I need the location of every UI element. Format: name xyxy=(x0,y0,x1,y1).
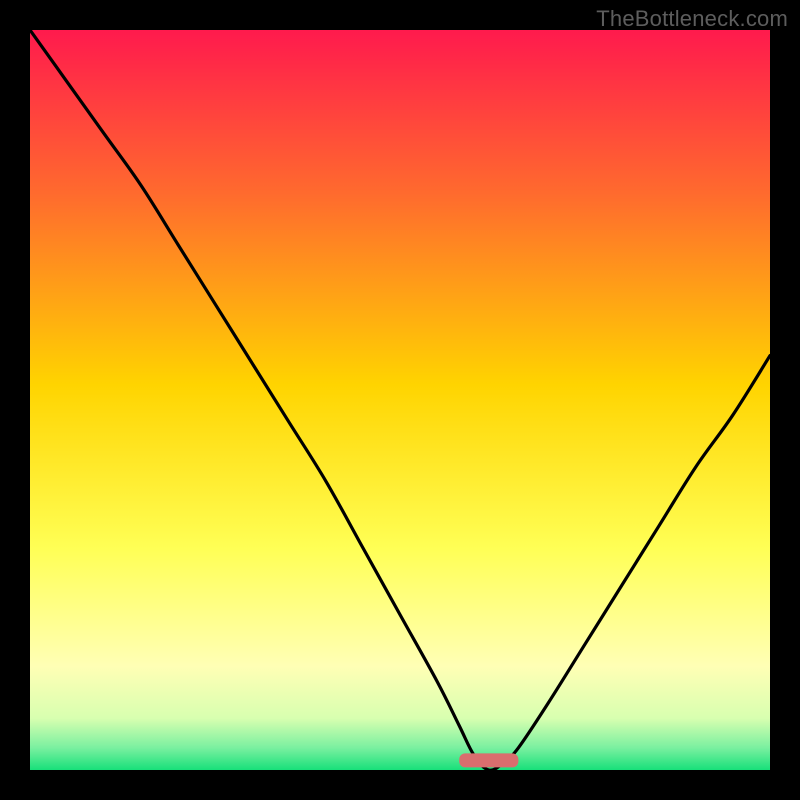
plot-area xyxy=(30,30,770,770)
chart-outer: TheBottleneck.com xyxy=(0,0,800,800)
optimal-marker xyxy=(459,753,518,767)
bottleneck-chart-svg xyxy=(30,30,770,770)
gradient-background xyxy=(30,30,770,770)
watermark-text: TheBottleneck.com xyxy=(596,6,788,32)
